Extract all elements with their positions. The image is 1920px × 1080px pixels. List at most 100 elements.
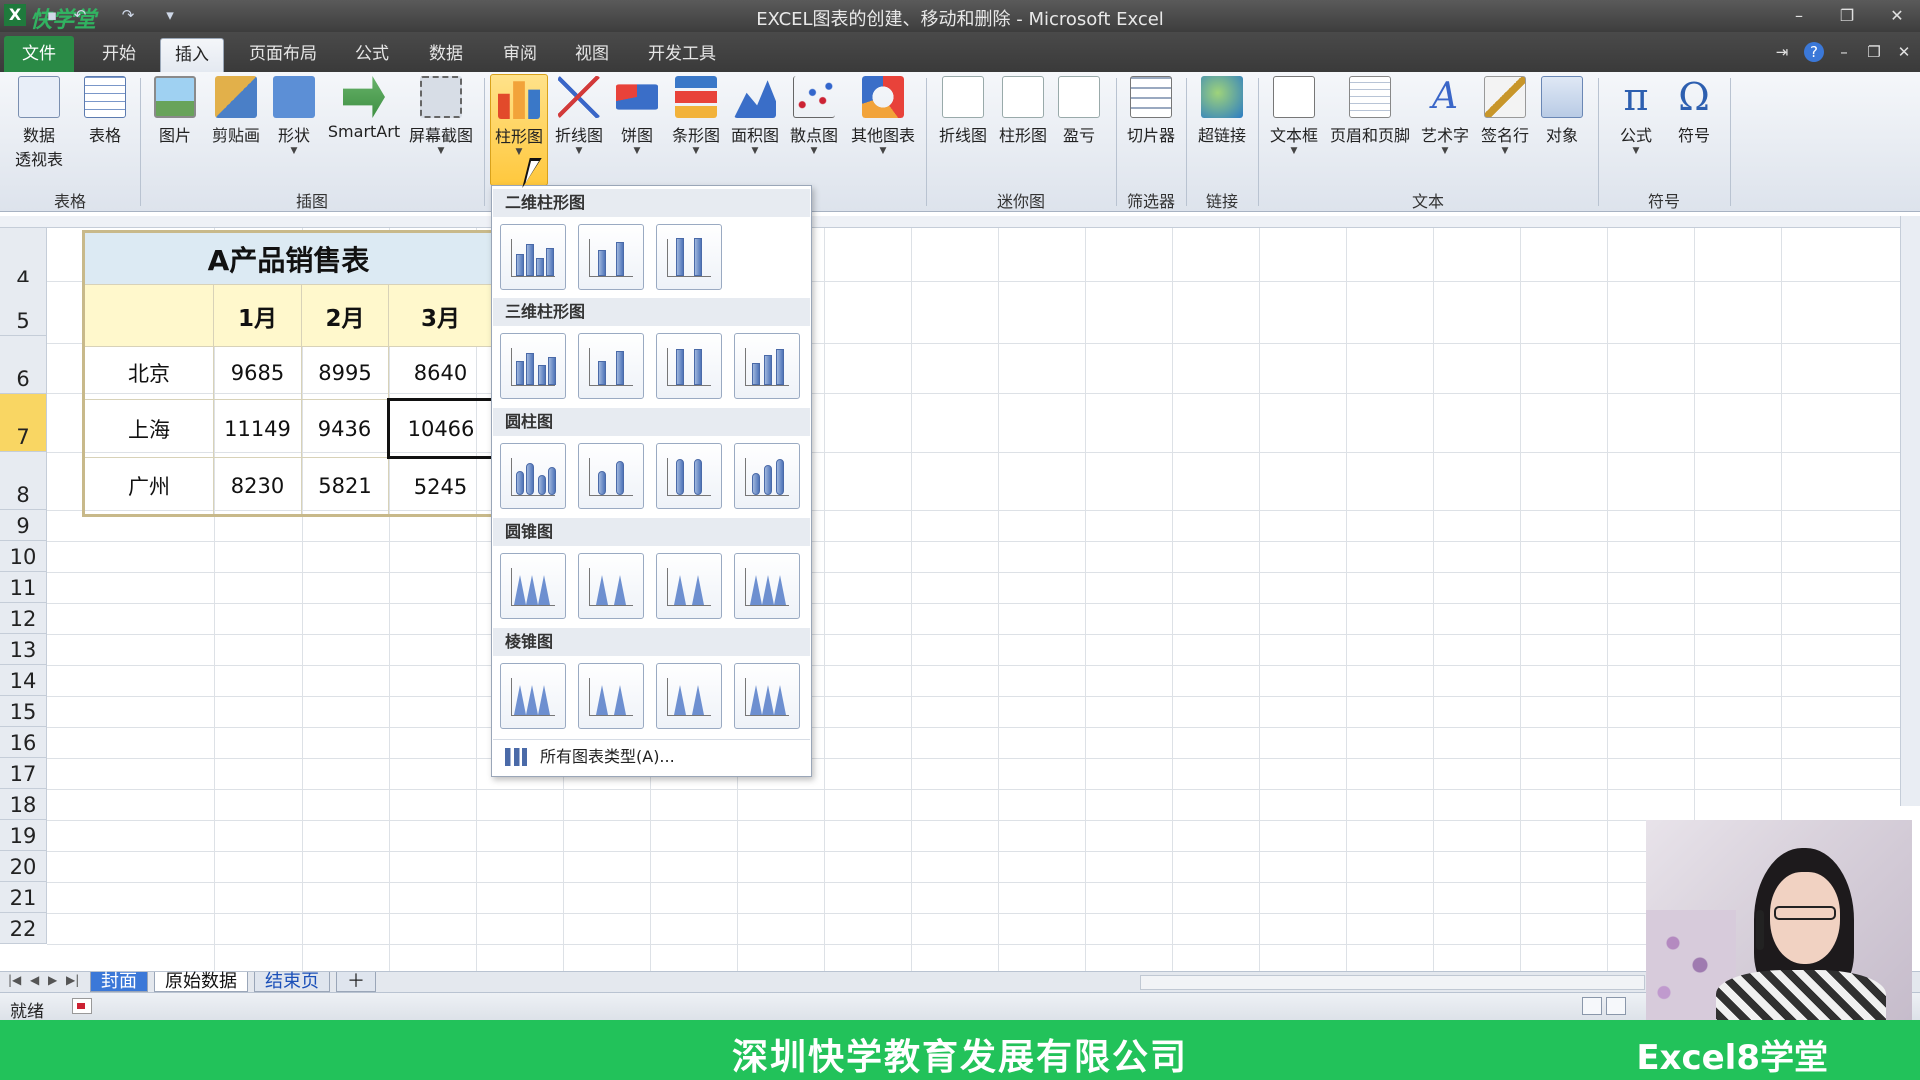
table-cell[interactable]: 9436 (301, 399, 389, 458)
row-header[interactable]: 17 (0, 758, 47, 789)
table-cell[interactable]: 上海 (83, 399, 214, 458)
picture-button[interactable]: 图片 (150, 76, 200, 146)
row-header[interactable]: 10 (0, 541, 47, 572)
tab-insert[interactable]: 插入 (160, 38, 224, 72)
wordart-button[interactable]: A 艺术字 ▼ (1416, 76, 1474, 156)
row-header[interactable]: 12 (0, 603, 47, 634)
sparkline-line-button[interactable]: 折线图 (934, 76, 992, 146)
restore-button[interactable]: ❐ (1830, 4, 1864, 28)
table-cell[interactable]: 8995 (301, 346, 389, 400)
3d-pyramid-icon[interactable] (734, 663, 800, 729)
row-header[interactable]: 19 (0, 820, 47, 851)
clustered-cylinder-icon[interactable] (500, 443, 566, 509)
vertical-scrollbar[interactable] (1900, 216, 1920, 806)
tab-view[interactable]: 视图 (564, 38, 620, 72)
pin-ribbon-icon[interactable]: ⇥ (1770, 40, 1794, 64)
3d-100-stacked-column-icon[interactable] (656, 333, 722, 399)
last-sheet-icon[interactable]: ▶| (66, 973, 79, 987)
hyperlink-button[interactable]: 超链接 (1192, 76, 1252, 146)
workbook-minimize-button[interactable]: – (1832, 40, 1856, 64)
slicer-button[interactable]: 切片器 (1122, 76, 1180, 146)
stacked-column-icon[interactable] (578, 224, 644, 290)
horizontal-scrollbar[interactable] (1140, 975, 1645, 990)
row-header[interactable]: 8 (0, 452, 47, 510)
first-sheet-icon[interactable]: |◀ (8, 973, 21, 987)
row-header[interactable]: 11 (0, 572, 47, 603)
textbox-button[interactable]: 文本框 ▼ (1264, 76, 1324, 156)
table-title[interactable]: A产品销售表 (83, 231, 494, 285)
insert-sheet-icon[interactable]: ＋ (336, 972, 376, 992)
pie-chart-button[interactable]: 饼图 ▼ (612, 76, 662, 156)
row-header[interactable]: 14 (0, 665, 47, 696)
row-header[interactable]: 15 (0, 696, 47, 727)
header-cell[interactable]: 3月 (388, 284, 494, 347)
row-header-selected[interactable]: 7 (0, 394, 47, 452)
stacked-cylinder-icon[interactable] (578, 443, 644, 509)
close-button[interactable]: ✕ (1880, 4, 1914, 28)
equation-button[interactable]: π 公式 ▼ (1610, 76, 1662, 156)
sheet-tab-end[interactable]: 结束页 (254, 972, 330, 992)
workbook-close-button[interactable]: ✕ (1892, 40, 1916, 64)
tab-developer[interactable]: 开发工具 (638, 38, 726, 72)
scatter-chart-button[interactable]: 散点图 ▼ (784, 76, 844, 156)
table-cell[interactable]: 8640 (388, 346, 494, 400)
active-cell[interactable]: 10466 (387, 398, 495, 459)
tab-file[interactable]: 文件 (4, 36, 74, 72)
table-button[interactable]: 表格 (80, 76, 130, 146)
object-button[interactable]: 对象 (1536, 76, 1588, 146)
header-cell[interactable]: 1月 (213, 284, 302, 347)
column-chart-button[interactable]: 柱形图 ▼ (490, 74, 548, 186)
page-layout-view-icon[interactable] (1606, 997, 1626, 1015)
all-chart-types-button[interactable]: 所有图表类型(A)... (493, 739, 810, 773)
smartart-button[interactable]: SmartArt (324, 76, 404, 141)
row-header[interactable]: 20 (0, 851, 47, 882)
workbook-restore-button[interactable]: ❐ (1862, 40, 1886, 64)
row-header[interactable]: 5 (0, 282, 47, 336)
row-header[interactable]: 6 (0, 336, 47, 394)
clustered-cone-icon[interactable] (500, 553, 566, 619)
screenshot-button[interactable]: 屏幕截图 ▼ (406, 76, 476, 156)
100-stacked-cone-icon[interactable] (656, 553, 722, 619)
table-cell[interactable]: 8230 (213, 457, 302, 516)
row-header[interactable]: 9 (0, 510, 47, 541)
signature-line-button[interactable]: 签名行 ▼ (1476, 76, 1534, 156)
row-header[interactable]: 18 (0, 789, 47, 820)
sheet-tab-raw-data[interactable]: 原始数据 (154, 972, 248, 992)
clustered-pyramid-icon[interactable] (500, 663, 566, 729)
3d-stacked-column-icon[interactable] (578, 333, 644, 399)
row-header[interactable]: 13 (0, 634, 47, 665)
sparkline-column-button[interactable]: 柱形图 (994, 76, 1052, 146)
stacked-cone-icon[interactable] (578, 553, 644, 619)
header-cell[interactable]: 2月 (301, 284, 389, 347)
tab-data[interactable]: 数据 (418, 38, 474, 72)
minimize-button[interactable]: – (1782, 4, 1816, 28)
table-cell[interactable]: 5245 (388, 457, 494, 516)
3d-clustered-column-icon[interactable] (500, 333, 566, 399)
next-sheet-icon[interactable]: ▶ (48, 973, 57, 987)
clipart-button[interactable]: 剪贴画 (206, 76, 266, 146)
line-chart-button[interactable]: 折线图 ▼ (550, 76, 608, 156)
other-charts-button[interactable]: 其他图表 ▼ (846, 76, 920, 156)
100-stacked-cylinder-icon[interactable] (656, 443, 722, 509)
tab-review[interactable]: 审阅 (492, 38, 548, 72)
symbol-button[interactable]: Ω 符号 (1668, 76, 1720, 146)
stacked-pyramid-icon[interactable] (578, 663, 644, 729)
row-header[interactable]: 16 (0, 727, 47, 758)
3d-column-icon[interactable] (734, 333, 800, 399)
tab-page-layout[interactable]: 页面布局 (240, 38, 326, 72)
3d-cone-icon[interactable] (734, 553, 800, 619)
help-icon[interactable]: ? (1804, 42, 1824, 62)
sheet-tab-cover[interactable]: 封面 (90, 972, 148, 992)
table-cell[interactable]: 北京 (83, 346, 214, 400)
table-cell[interactable]: 9685 (213, 346, 302, 400)
100-stacked-column-icon[interactable] (656, 224, 722, 290)
tab-home[interactable]: 开始 (90, 38, 148, 72)
clustered-column-icon[interactable] (500, 224, 566, 290)
table-cell[interactable]: 5821 (301, 457, 389, 516)
bar-chart-button[interactable]: 条形图 ▼ (666, 76, 726, 156)
prev-sheet-icon[interactable]: ◀ (30, 973, 39, 987)
header-footer-button[interactable]: 页眉和页脚 (1326, 76, 1414, 146)
row-header[interactable]: 22 (0, 913, 47, 944)
3d-cylinder-icon[interactable] (734, 443, 800, 509)
area-chart-button[interactable]: 面积图 ▼ (726, 76, 784, 156)
